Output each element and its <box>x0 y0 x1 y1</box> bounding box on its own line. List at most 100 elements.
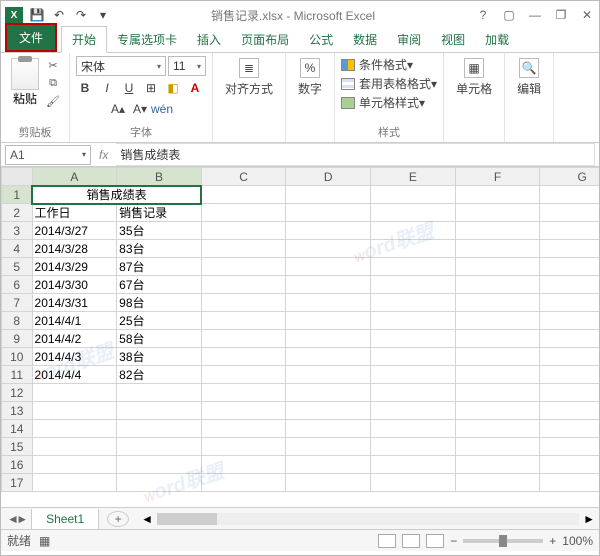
cell-empty[interactable] <box>201 438 286 456</box>
minimize-icon[interactable]: — <box>527 7 543 23</box>
zoom-out-button[interactable]: − <box>450 534 457 548</box>
cell-empty[interactable] <box>201 366 286 384</box>
column-header-C[interactable]: C <box>201 168 286 186</box>
underline-button[interactable]: U <box>120 79 138 97</box>
file-tab[interactable]: 文件 <box>5 23 57 52</box>
cell-empty[interactable] <box>201 204 286 222</box>
cell-empty[interactable] <box>371 294 456 312</box>
tab-addins[interactable]: 专属选项卡 <box>107 27 187 52</box>
cell-empty[interactable] <box>117 474 202 492</box>
cell-empty[interactable] <box>371 312 456 330</box>
macro-record-icon[interactable]: ▦ <box>39 534 50 548</box>
column-header-A[interactable]: A <box>32 168 117 186</box>
format-as-table-button[interactable]: 套用表格格式▾ <box>341 75 437 92</box>
cell-empty[interactable] <box>371 438 456 456</box>
cell-empty[interactable] <box>371 204 456 222</box>
cell-empty[interactable] <box>371 186 456 204</box>
cell-a10[interactable]: 2014/4/3 <box>32 348 117 366</box>
tab-review[interactable]: 审阅 <box>387 27 431 52</box>
cell-b9[interactable]: 58台 <box>117 330 202 348</box>
row-header-13[interactable]: 13 <box>2 402 33 420</box>
row-header-14[interactable]: 14 <box>2 420 33 438</box>
cell-empty[interactable] <box>286 456 371 474</box>
cell-empty[interactable] <box>455 348 540 366</box>
cell-a5[interactable]: 2014/3/29 <box>32 258 117 276</box>
cell-empty[interactable] <box>286 420 371 438</box>
row-header-12[interactable]: 12 <box>2 384 33 402</box>
cell-b10[interactable]: 38台 <box>117 348 202 366</box>
cell-a9[interactable]: 2014/4/2 <box>32 330 117 348</box>
cell-empty[interactable] <box>117 438 202 456</box>
column-header-E[interactable]: E <box>371 168 456 186</box>
cell-empty[interactable] <box>201 240 286 258</box>
cell-empty[interactable] <box>455 456 540 474</box>
cell-a3[interactable]: 2014/3/27 <box>32 222 117 240</box>
cell-empty[interactable] <box>32 384 117 402</box>
fill-color-icon[interactable]: ◧ <box>164 79 182 97</box>
cell-empty[interactable] <box>371 384 456 402</box>
cell-empty[interactable] <box>540 384 599 402</box>
help-icon[interactable]: ? <box>475 7 491 23</box>
cell-empty[interactable] <box>201 294 286 312</box>
close-icon[interactable]: ✕ <box>579 7 595 23</box>
normal-view-icon[interactable] <box>378 534 396 548</box>
cell-empty[interactable] <box>371 330 456 348</box>
cell-empty[interactable] <box>201 258 286 276</box>
cell-a11[interactable]: 2014/4/4 <box>32 366 117 384</box>
editing-button[interactable]: 🔍编辑 <box>511 56 547 99</box>
cell-a1[interactable]: 销售成绩表 <box>32 186 201 204</box>
row-header-4[interactable]: 4 <box>2 240 33 258</box>
tab-view[interactable]: 视图 <box>431 27 475 52</box>
cell-empty[interactable] <box>117 420 202 438</box>
cell-empty[interactable] <box>455 204 540 222</box>
excel-app-icon[interactable] <box>5 7 23 23</box>
scroll-track[interactable] <box>157 513 579 525</box>
zoom-in-button[interactable]: + <box>549 534 556 548</box>
phonetic-icon[interactable]: wén <box>153 100 171 118</box>
cell-empty[interactable] <box>286 240 371 258</box>
cell-empty[interactable] <box>455 402 540 420</box>
cell-empty[interactable] <box>286 330 371 348</box>
cell-empty[interactable] <box>540 186 599 204</box>
conditional-formatting-button[interactable]: 条件格式▾ <box>341 56 437 73</box>
cell-empty[interactable] <box>540 312 599 330</box>
spreadsheet-grid[interactable]: ABCDEFG1销售成绩表2工作日销售记录32014/3/2735台42014/… <box>1 167 599 507</box>
scroll-left-icon[interactable]: ◄ <box>141 512 153 526</box>
cell-empty[interactable] <box>201 186 286 204</box>
cell-b6[interactable]: 67台 <box>117 276 202 294</box>
cell-empty[interactable] <box>32 456 117 474</box>
cell-empty[interactable] <box>201 348 286 366</box>
cell-empty[interactable] <box>371 240 456 258</box>
cell-a8[interactable]: 2014/4/1 <box>32 312 117 330</box>
cell-empty[interactable] <box>455 312 540 330</box>
formula-bar[interactable]: 销售成绩表 <box>116 143 595 166</box>
cell-empty[interactable] <box>117 456 202 474</box>
zoom-value[interactable]: 100% <box>562 534 593 548</box>
cell-empty[interactable] <box>286 312 371 330</box>
cell-empty[interactable] <box>455 366 540 384</box>
cell-empty[interactable] <box>201 330 286 348</box>
cell-empty[interactable] <box>540 474 599 492</box>
cell-a4[interactable]: 2014/3/28 <box>32 240 117 258</box>
cell-empty[interactable] <box>540 438 599 456</box>
undo-icon[interactable]: ↶ <box>51 7 67 23</box>
cell-b5[interactable]: 87台 <box>117 258 202 276</box>
column-header-F[interactable]: F <box>455 168 540 186</box>
zoom-slider[interactable] <box>463 539 543 543</box>
add-sheet-button[interactable]: + <box>107 511 129 527</box>
cell-empty[interactable] <box>201 312 286 330</box>
cell-empty[interactable] <box>371 456 456 474</box>
cell-empty[interactable] <box>540 366 599 384</box>
row-header-6[interactable]: 6 <box>2 276 33 294</box>
cell-empty[interactable] <box>455 438 540 456</box>
row-header-16[interactable]: 16 <box>2 456 33 474</box>
copy-icon[interactable]: ⧉ <box>45 76 61 90</box>
cell-empty[interactable] <box>201 474 286 492</box>
cell-empty[interactable] <box>371 258 456 276</box>
cell-empty[interactable] <box>286 438 371 456</box>
cell-empty[interactable] <box>540 402 599 420</box>
cell-empty[interactable] <box>371 402 456 420</box>
format-painter-icon[interactable]: 🖌 <box>45 94 61 108</box>
cell-empty[interactable] <box>455 186 540 204</box>
cell-a6[interactable]: 2014/3/30 <box>32 276 117 294</box>
